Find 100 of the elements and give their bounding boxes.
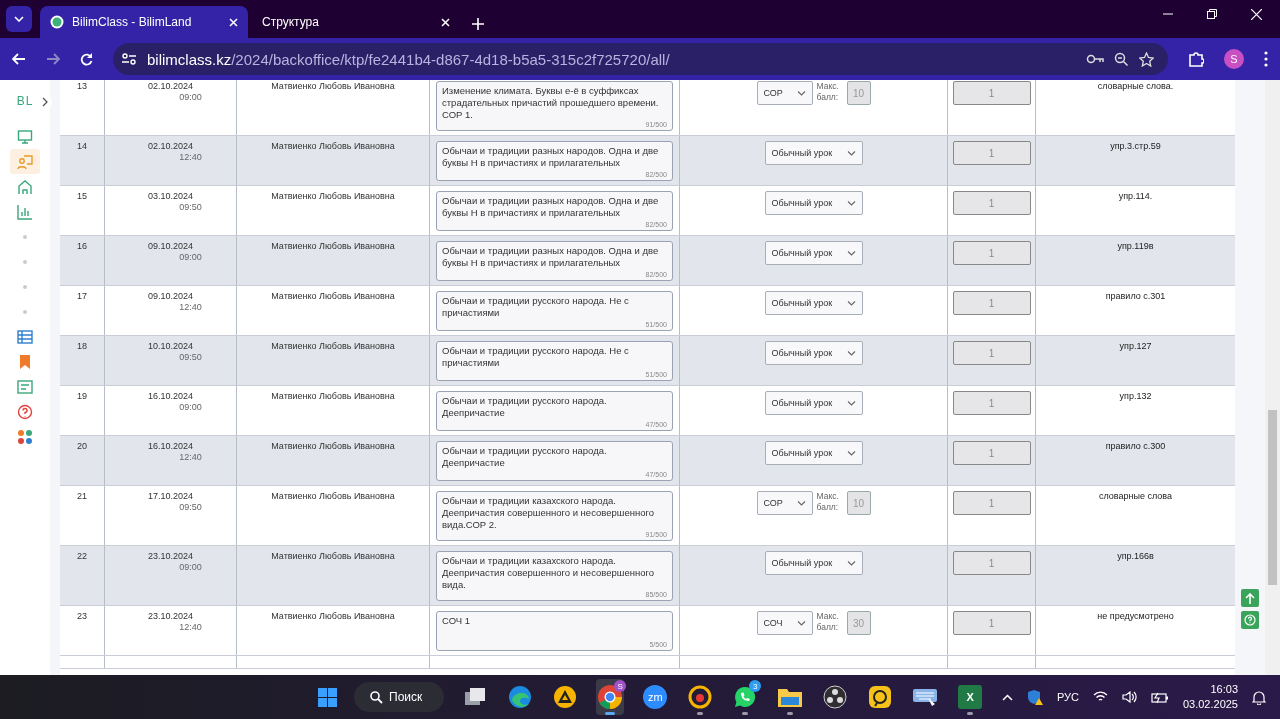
lesson-type-select[interactable]: Обычный урок [764,141,863,165]
language-indicator[interactable]: РУС [1056,691,1079,703]
site-settings-icon[interactable] [121,52,137,66]
clock-date[interactable]: 03.02.2025 [1182,697,1238,712]
lesson-type-select[interactable]: Обычный урок [764,241,863,265]
running-indicator [697,712,704,715]
chevron-down-icon [846,250,856,256]
chat-icon[interactable] [733,685,758,709]
star-icon[interactable] [1139,51,1154,67]
edge-icon[interactable] [508,685,533,709]
zoom-out-icon[interactable] [1114,51,1129,67]
help-icon [1244,614,1256,626]
shield-icon[interactable] [1026,689,1043,705]
chevron-down-icon [846,300,856,306]
folder-icon[interactable] [777,686,804,708]
windows-icon[interactable] [463,686,488,708]
reload-icon[interactable] [80,52,93,66]
close-icon[interactable] [229,17,238,27]
homework-text: упр.119в [1116,240,1155,253]
lesson-date: 23.10.2024 [147,551,193,562]
lesson-time: 12:40 [178,152,202,163]
chevron-down-icon [796,90,806,96]
taskbar-app[interactable]: X [956,679,985,715]
card-icon [17,379,33,394]
chevron-down-icon [14,16,24,22]
teacher-name: Матвиенко Любовь Ивановна [271,551,395,561]
lesson-date: 10.10.2024 [147,341,193,352]
tab-title: BilimClass - BilimLand [72,15,193,29]
scrollbar[interactable] [1265,80,1280,675]
browser-tab[interactable]: Структура [252,6,460,38]
chrome-icon[interactable] [597,684,624,710]
app-logo: zm [643,685,668,709]
help-icon [17,403,33,420]
lesson-date: 02.10.2024 [147,141,193,152]
lesson-type-select[interactable]: СОР [756,81,813,105]
chevron-up-icon[interactable] [1001,693,1013,701]
lesson-type-select[interactable]: Обычный урок [764,291,863,315]
lesson-type-select[interactable]: СОЧ [756,611,813,635]
search-icon [370,690,383,704]
volume-icon[interactable] [1121,691,1137,703]
restore-icon[interactable] [1207,9,1217,19]
dot-icon [23,259,27,264]
homework-text: правило с.300 [1104,440,1167,453]
battery-icon[interactable] [1150,691,1169,703]
more-icon[interactable] [1264,51,1268,67]
row-number: 15 [60,186,105,235]
new-tab-icon[interactable] [472,18,484,30]
wifi-icon[interactable] [1092,691,1108,703]
lesson-type-select[interactable]: Обычный урок [764,441,863,465]
lesson-time: 12:40 [178,622,202,633]
close-icon[interactable] [441,17,450,27]
taskbar-app[interactable]: S [596,679,625,715]
homework-text: правило с.301 [1104,290,1167,303]
teacher-name: Матвиенко Любовь Ивановна [271,341,395,351]
bell-icon[interactable] [1252,689,1266,705]
dot-icon [23,234,27,239]
chart-icon [17,203,33,220]
browser-tab[interactable]: BilimClass - BilimLand [40,6,248,38]
profile-avatar[interactable]: S [1224,49,1244,69]
lesson-time: 09:50 [178,202,202,213]
help-button[interactable] [1241,611,1259,629]
max-score-label: Макс. балл: [816,611,840,633]
row-number: 20 [60,436,105,485]
lesson-type-select[interactable]: СОР [756,491,813,515]
teacher-name: Матвиенко Любовь Ивановна [271,391,395,401]
app-logo: X [958,685,983,709]
row-number: 17 [60,286,105,335]
max-score-label: Макс. балл: [816,81,840,103]
lesson-type-select[interactable]: Обычный урок [764,551,863,575]
bookmark-icon [19,353,31,370]
teacher-name: Матвиенко Любовь Ивановна [271,191,395,201]
keyboard-icon[interactable] [912,686,939,708]
lesson-type-select[interactable]: Обычный урок [764,391,863,415]
lesson-time: 12:40 [178,302,202,313]
logo: BL [16,94,34,108]
chevron-down-icon [846,560,856,566]
lesson-date: 16.10.2024 [147,441,193,452]
row-number: 23 [60,606,105,655]
address-bar[interactable]: bilimclass.kz/2024/backoffice/ktp/fe2441b4-d867-4d18-b5a5-315c2f725720/all/ [113,43,1168,75]
tab-search-button[interactable] [6,6,32,32]
row-number: 21 [60,486,105,545]
row-number: 22 [60,546,105,605]
scroll-top-button[interactable] [1241,589,1259,607]
back-icon[interactable] [12,53,26,65]
key-icon[interactable] [1086,54,1104,64]
close-icon[interactable] [1251,8,1262,20]
puzzle-icon[interactable] [1188,51,1204,67]
clock-time[interactable]: 16:03 [1210,682,1238,697]
homework-text: упр.127 [1118,340,1153,353]
scroll-thumb[interactable] [1268,410,1277,585]
lesson-type-select[interactable]: Обычный урок [764,191,863,215]
row-number: 14 [60,136,105,185]
lesson-type-select[interactable]: Обычный урок [764,341,863,365]
start-button[interactable] [318,687,337,707]
lesson-date: 02.10.2024 [147,81,193,92]
homework-text: словарные слова. [1096,80,1175,93]
forward-icon[interactable] [46,53,60,65]
lesson-time: 09:00 [178,562,202,573]
search-button[interactable]: Поиск [354,682,445,712]
notification-badge: 3 [749,680,762,692]
